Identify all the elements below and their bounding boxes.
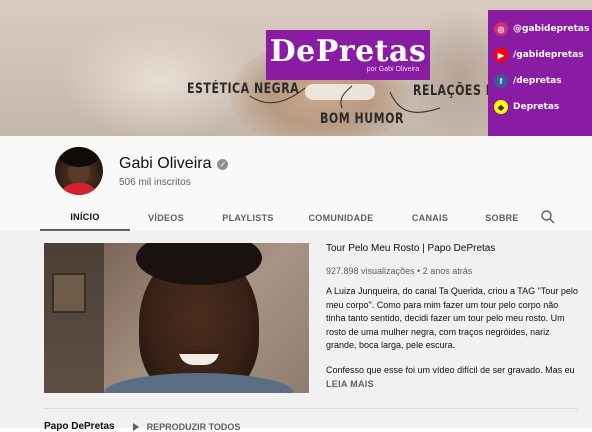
logo-title: DePretas [269,34,427,69]
featured-video-player[interactable] [44,243,309,393]
channel-banner: DePretas por Gabi Oliveira ESTÉTICA NEGR… [0,0,592,136]
depretas-logo: DePretas por Gabi Oliveira [266,30,430,80]
featured-video-description-continued: Confesso que esse foi um vídeo difícil d… [326,365,575,375]
tab-inicio[interactable]: INÍCIO [40,204,130,231]
social-links-panel: ◎ @gabidepretas ▶ /gabidepretas f /depre… [488,10,592,136]
search-icon[interactable] [540,209,556,225]
facebook-icon: f [494,74,508,88]
tab-playlists[interactable]: PLAYLISTS [202,204,294,231]
social-label: @gabidepretas [513,24,590,34]
featured-video-description: A Luiza Junqueira, do canal Ta Querida, … [326,286,578,350]
section-divider [44,408,578,409]
snapchat-icon: ◆ [494,100,508,114]
thumb-picture-frame [52,273,86,313]
playlist-section-header: Papo DePretas REPRODUZIR TODOS [44,421,240,432]
thumb-background [44,243,104,393]
channel-header: Gabi Oliveira ✓ 506 mil inscritos INÍCIO… [0,136,592,231]
social-link-facebook[interactable]: f /depretas [494,68,592,94]
social-label: /depretas [513,76,562,86]
social-link-snapchat[interactable]: ◆ Depretas [494,94,592,120]
featured-video-title[interactable]: Tour Pelo Meu Rosto | Papo DePretas [326,243,495,254]
youtube-icon: ▶ [494,48,508,62]
channel-name-row: Gabi Oliveira ✓ [119,155,229,173]
logo-subtitle: por Gabi Oliveira [366,66,420,73]
thumb-shirt [104,373,294,393]
social-link-instagram[interactable]: ◎ @gabidepretas [494,16,592,42]
social-label: /gabidepretas [513,50,584,60]
channel-home-content: Tour Pelo Meu Rosto | Papo DePretas 927.… [0,231,592,432]
play-all-button[interactable]: REPRODUZIR TODOS [147,422,241,432]
tab-videos[interactable]: VÍDEOS [130,204,202,231]
read-more-link[interactable]: LEIA MAIS [326,379,374,389]
tagline-humor: BOM HUMOR [320,110,404,127]
play-icon[interactable] [132,422,139,431]
avatar-hair [59,147,99,167]
subscriber-count: 506 mil inscritos [119,177,191,188]
tab-comunidade[interactable]: COMUNIDADE [294,204,388,231]
social-label: Depretas [513,102,560,112]
instagram-icon: ◎ [494,22,508,36]
tagline-estetica: ESTÉTICA NEGRA [187,80,300,97]
channel-avatar[interactable] [55,147,103,195]
channel-name: Gabi Oliveira [119,155,212,172]
featured-video-meta: 927.898 visualizações • 2 anos atrás [326,266,473,276]
tab-canais[interactable]: CANAIS [388,204,472,231]
verified-check-icon: ✓ [217,158,229,170]
playlist-section-title[interactable]: Papo DePretas [44,421,115,432]
social-link-youtube[interactable]: ▶ /gabidepretas [494,42,592,68]
tab-sobre[interactable]: SOBRE [472,204,532,231]
avatar-shirt [63,183,95,195]
channel-tabs: INÍCIO VÍDEOS PLAYLISTS COMUNIDADE CANAI… [40,204,555,231]
